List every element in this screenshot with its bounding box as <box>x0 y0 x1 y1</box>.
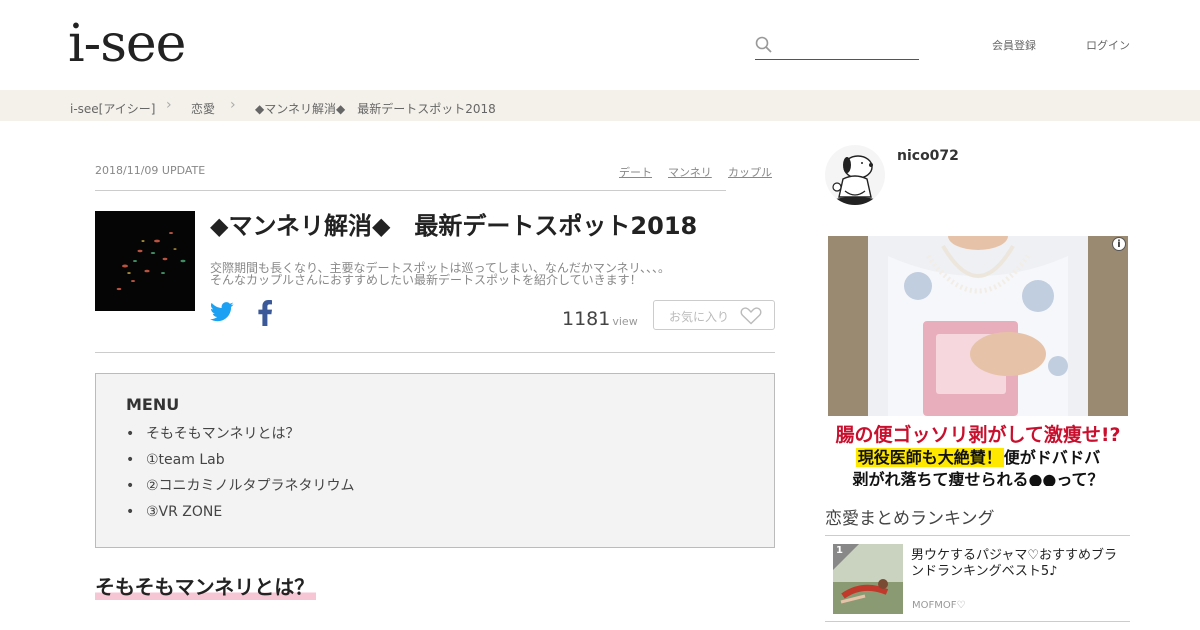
advertisement[interactable]: i 腸の便ゴッソリ剥がして激痩せ!? 現役医師も大絶賛！ 便がドバドバ 剥がれ落ち… <box>828 236 1128 486</box>
site-header: i-see 会員登録 ログイン <box>0 0 1200 90</box>
article-description: 交際期間も長くなり、主要なデートスポットは巡ってしまい、なんだかマンネリ、、、。… <box>210 262 770 286</box>
ranking-thumbnail: 1 <box>833 544 903 614</box>
favorite-label: お気に入り <box>669 310 730 324</box>
description-line: そんなカップルさんにおすすめしたい最新デートスポットを紹介していきます！ <box>210 273 642 287</box>
tag-link[interactable]: マンネリ <box>668 164 712 180</box>
favorite-button[interactable]: お気に入り <box>653 300 775 330</box>
breadcrumb: i-see[アイシー] › 恋愛 › ◆マンネリ解消◆ 最新デートスポット201… <box>0 90 1200 121</box>
ad-subline-text: 便がドバドバ <box>1003 448 1101 467</box>
chevron-right-icon: › <box>230 97 236 113</box>
username[interactable]: nico072 <box>897 148 959 164</box>
divider <box>95 190 726 191</box>
search-box[interactable] <box>755 34 919 60</box>
ranking-heading: 恋愛まとめランキング <box>825 509 995 529</box>
facebook-share-button[interactable] <box>257 300 273 330</box>
site-logo[interactable]: i-see <box>68 14 186 74</box>
register-link[interactable]: 会員登録 <box>992 37 1036 53</box>
login-link[interactable]: ログイン <box>1086 37 1130 53</box>
ranking-author: MOFMOF♡ <box>912 600 966 611</box>
ranking-title[interactable]: 男ウケするパジャマ♡おすすめブランドランキングベスト5♪ <box>911 548 1126 580</box>
article-title: ◆マンネリ解消◆ 最新デートスポット2018 <box>210 212 698 240</box>
search-icon[interactable] <box>755 36 773 54</box>
chevron-right-icon: › <box>166 97 172 113</box>
breadcrumb-category[interactable]: 恋愛 <box>191 100 215 117</box>
twitter-icon <box>210 302 234 322</box>
ranking-item[interactable]: 1 男ウケするパジャマ♡おすすめブランドランキングベスト5♪ MOFMOF♡ <box>825 536 1130 622</box>
view-count: 1181 view <box>562 308 638 330</box>
search-input[interactable] <box>779 34 917 58</box>
ad-subline: 剥がれ落ちて痩せられる●●って？ <box>852 470 1104 486</box>
toc-list: そもそもマンネリとは？ ①team Lab ②コニカミノルタプラネタリウム ③V… <box>126 425 355 529</box>
ad-image <box>828 236 1128 416</box>
table-of-contents: MENU そもそもマンネリとは？ ①team Lab ②コニカミノルタプラネタリ… <box>95 373 775 548</box>
article-thumbnail <box>95 211 195 311</box>
article-date: 2018/11/09 UPDATE <box>95 164 206 177</box>
toc-item[interactable]: ①team Lab <box>126 451 355 477</box>
ad-info-icon[interactable]: i <box>1112 237 1126 251</box>
heart-icon <box>740 307 762 325</box>
divider <box>95 352 775 353</box>
rank-number: 1 <box>836 545 843 556</box>
breadcrumb-current: ◆マンネリ解消◆ 最新デートスポット2018 <box>255 102 496 116</box>
avatar[interactable] <box>825 145 885 205</box>
toc-item[interactable]: そもそもマンネリとは？ <box>126 425 355 451</box>
ad-subline: 現役医師も大絶賛！ 便がドバドバ <box>828 444 1128 468</box>
tag-link[interactable]: カップル <box>728 164 772 180</box>
toc-item[interactable]: ②コニカミノルタプラネタリウム <box>126 477 355 503</box>
section-heading: そもそもマンネリとは？ <box>95 574 317 600</box>
facebook-icon <box>258 300 272 326</box>
ad-headline: 腸の便ゴッソリ剥がして激痩せ!? <box>835 424 1121 446</box>
toc-heading: MENU <box>126 395 180 414</box>
breadcrumb-home[interactable]: i-see[アイシー] <box>70 100 155 117</box>
ad-highlight: 現役医師も大絶賛！ <box>855 448 1004 467</box>
toc-item[interactable]: ③VR ZONE <box>126 503 355 529</box>
tag-link[interactable]: デート <box>619 164 652 180</box>
view-count-unit: view <box>612 315 638 328</box>
twitter-share-button[interactable] <box>210 302 234 326</box>
view-count-number: 1181 <box>562 308 611 330</box>
